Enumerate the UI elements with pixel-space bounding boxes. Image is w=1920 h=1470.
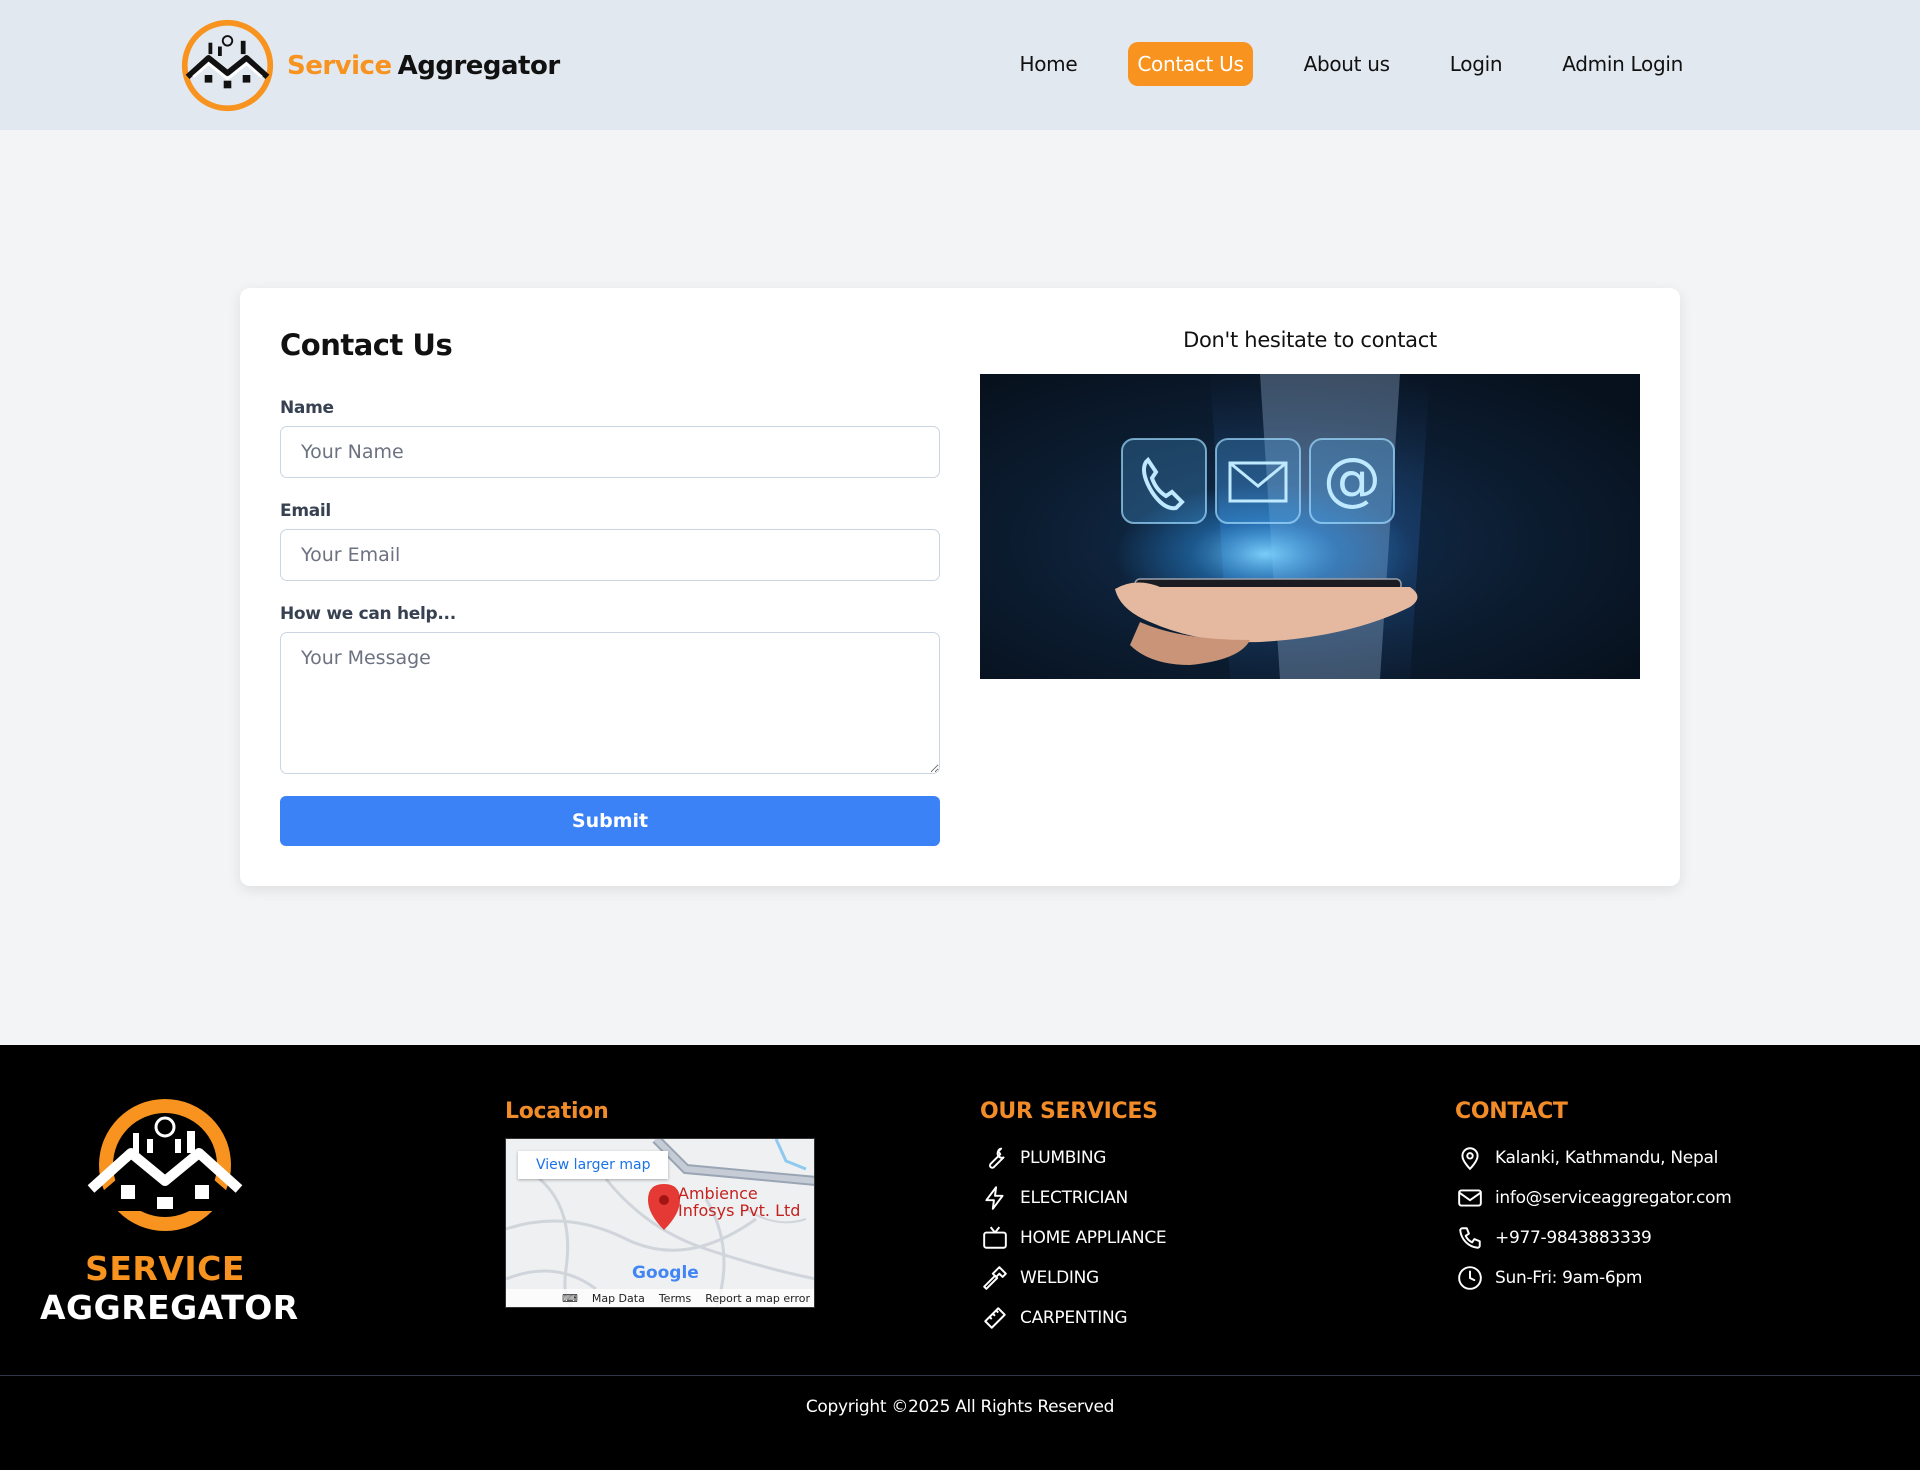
copyright-text: Copyright ©2025 All Rights Reserved (805, 1397, 1115, 1417)
map-pin-label: Ambience Infosys Pvt. Ltd (678, 1185, 800, 1219)
contact-card: Contact Us Name Email How we can help...… (240, 288, 1680, 886)
footer: SERVICE AGGREGATOR Location View larger … (0, 1045, 1920, 1470)
footer-divider (0, 1375, 1920, 1376)
footer-services-heading: OUR SERVICES (980, 1099, 1158, 1124)
submit-button[interactable]: Submit (280, 796, 940, 846)
brand-name-part1: Service (287, 50, 392, 81)
hammer-icon (980, 1263, 1010, 1293)
service-item-plumbing[interactable]: PLUMBING (980, 1138, 1166, 1178)
nav-contact-us[interactable]: Contact Us (1128, 42, 1253, 86)
message-textarea[interactable] (280, 632, 940, 774)
tv-icon (980, 1223, 1010, 1253)
contact-item-phone[interactable]: +977-9843883339 (1455, 1218, 1731, 1258)
service-item-carpenting[interactable]: CARPENTING (980, 1298, 1166, 1338)
contact-hours: Sun-Fri: 9am-6pm (1495, 1268, 1643, 1288)
footer-contact-heading: CONTACT (1455, 1099, 1568, 1124)
service-label: WELDING (1020, 1268, 1099, 1288)
keyboard-icon[interactable]: ⌨ (562, 1292, 578, 1305)
email-input[interactable] (280, 529, 940, 581)
email-label: Email (280, 501, 331, 521)
contact-email: info@serviceaggregator.com (1495, 1188, 1732, 1208)
brand-logo-icon (181, 19, 274, 112)
contact-address: Kalanki, Kathmandu, Nepal (1495, 1148, 1718, 1168)
brand[interactable]: Service Aggregator (180, 18, 560, 113)
nav-about-us[interactable]: About us (1295, 42, 1399, 86)
footer-logo-line1: SERVICE (85, 1249, 245, 1288)
map-pin-label-line1: Ambience (678, 1184, 758, 1203)
service-label: CARPENTING (1020, 1308, 1128, 1328)
message-label: How we can help... (280, 604, 456, 624)
google-logo: Google (632, 1263, 699, 1283)
contact-info: Don't hesitate to contact @ (980, 328, 1640, 679)
location-pin-icon (1455, 1143, 1485, 1173)
map-terms-link[interactable]: Terms (659, 1292, 691, 1305)
map-report-link[interactable]: Report a map error (705, 1292, 810, 1305)
service-item-electrician[interactable]: ELECTRICIAN (980, 1178, 1166, 1218)
service-label: HOME APPLIANCE (1020, 1228, 1167, 1248)
footer-logo-line2: AGGREGATOR (40, 1288, 299, 1327)
wrench-icon (980, 1143, 1010, 1173)
contact-item-email[interactable]: info@serviceaggregator.com (1455, 1178, 1732, 1218)
service-item-home-appliance[interactable]: HOME APPLIANCE (980, 1218, 1167, 1258)
view-larger-map-link[interactable]: View larger map (518, 1151, 669, 1179)
footer-contact: CONTACT Kalanki, Kathmandu, Nepal info@s… (1455, 1099, 1732, 1298)
navbar: Service Aggregator Home Contact Us About … (0, 0, 1920, 130)
service-item-welding[interactable]: WELDING (980, 1258, 1166, 1298)
contact-item-hours: Sun-Fri: 9am-6pm (1455, 1258, 1731, 1298)
contact-form-title: Contact Us (280, 328, 453, 362)
brand-name-part2: Aggregator (397, 50, 561, 81)
nav-admin-login[interactable]: Admin Login (1553, 42, 1692, 86)
google-logo-text: Google (632, 1263, 699, 1283)
location-map[interactable]: View larger map Ambience Infosys Pvt. Lt… (505, 1138, 815, 1308)
map-pin-label-line2: Infosys Pvt. Ltd (678, 1201, 801, 1220)
map-attribution-bar: ⌨ Map Data Terms Report a map error (506, 1289, 814, 1307)
contact-phone: +977-9843883339 (1495, 1228, 1652, 1248)
footer-services: OUR SERVICES PLUMBING ELECTRICIAN HOME A… (980, 1099, 1167, 1338)
mail-icon (1455, 1183, 1485, 1213)
name-label: Name (280, 398, 334, 418)
map-data-link[interactable]: Map Data (592, 1292, 645, 1305)
footer-logo: SERVICE AGGREGATOR (40, 1093, 299, 1327)
contact-form: Contact Us Name Email How we can help...… (280, 328, 940, 846)
footer-location: Location View larger map Ambience Infosy… (505, 1099, 815, 1308)
footer-location-heading: Location (505, 1099, 609, 1124)
service-label: ELECTRICIAN (1020, 1188, 1128, 1208)
main-nav: Home Contact Us About us Login Admin Log… (968, 42, 1692, 86)
contact-hero-image: @ (980, 374, 1640, 679)
name-input[interactable] (280, 426, 940, 478)
nav-home[interactable]: Home (1010, 42, 1086, 86)
lightning-icon (980, 1183, 1010, 1213)
contact-item-address: Kalanki, Kathmandu, Nepal (1455, 1138, 1731, 1178)
clock-icon (1455, 1263, 1485, 1293)
phone-icon (1455, 1223, 1485, 1253)
brand-name: Service Aggregator (287, 51, 560, 81)
nav-login[interactable]: Login (1441, 42, 1511, 86)
svg-text:@: @ (1323, 445, 1381, 513)
ruler-icon (980, 1303, 1010, 1333)
contact-info-heading: Don't hesitate to contact (1183, 328, 1437, 352)
service-label: PLUMBING (1020, 1148, 1107, 1168)
footer-logo-icon (87, 1099, 243, 1231)
